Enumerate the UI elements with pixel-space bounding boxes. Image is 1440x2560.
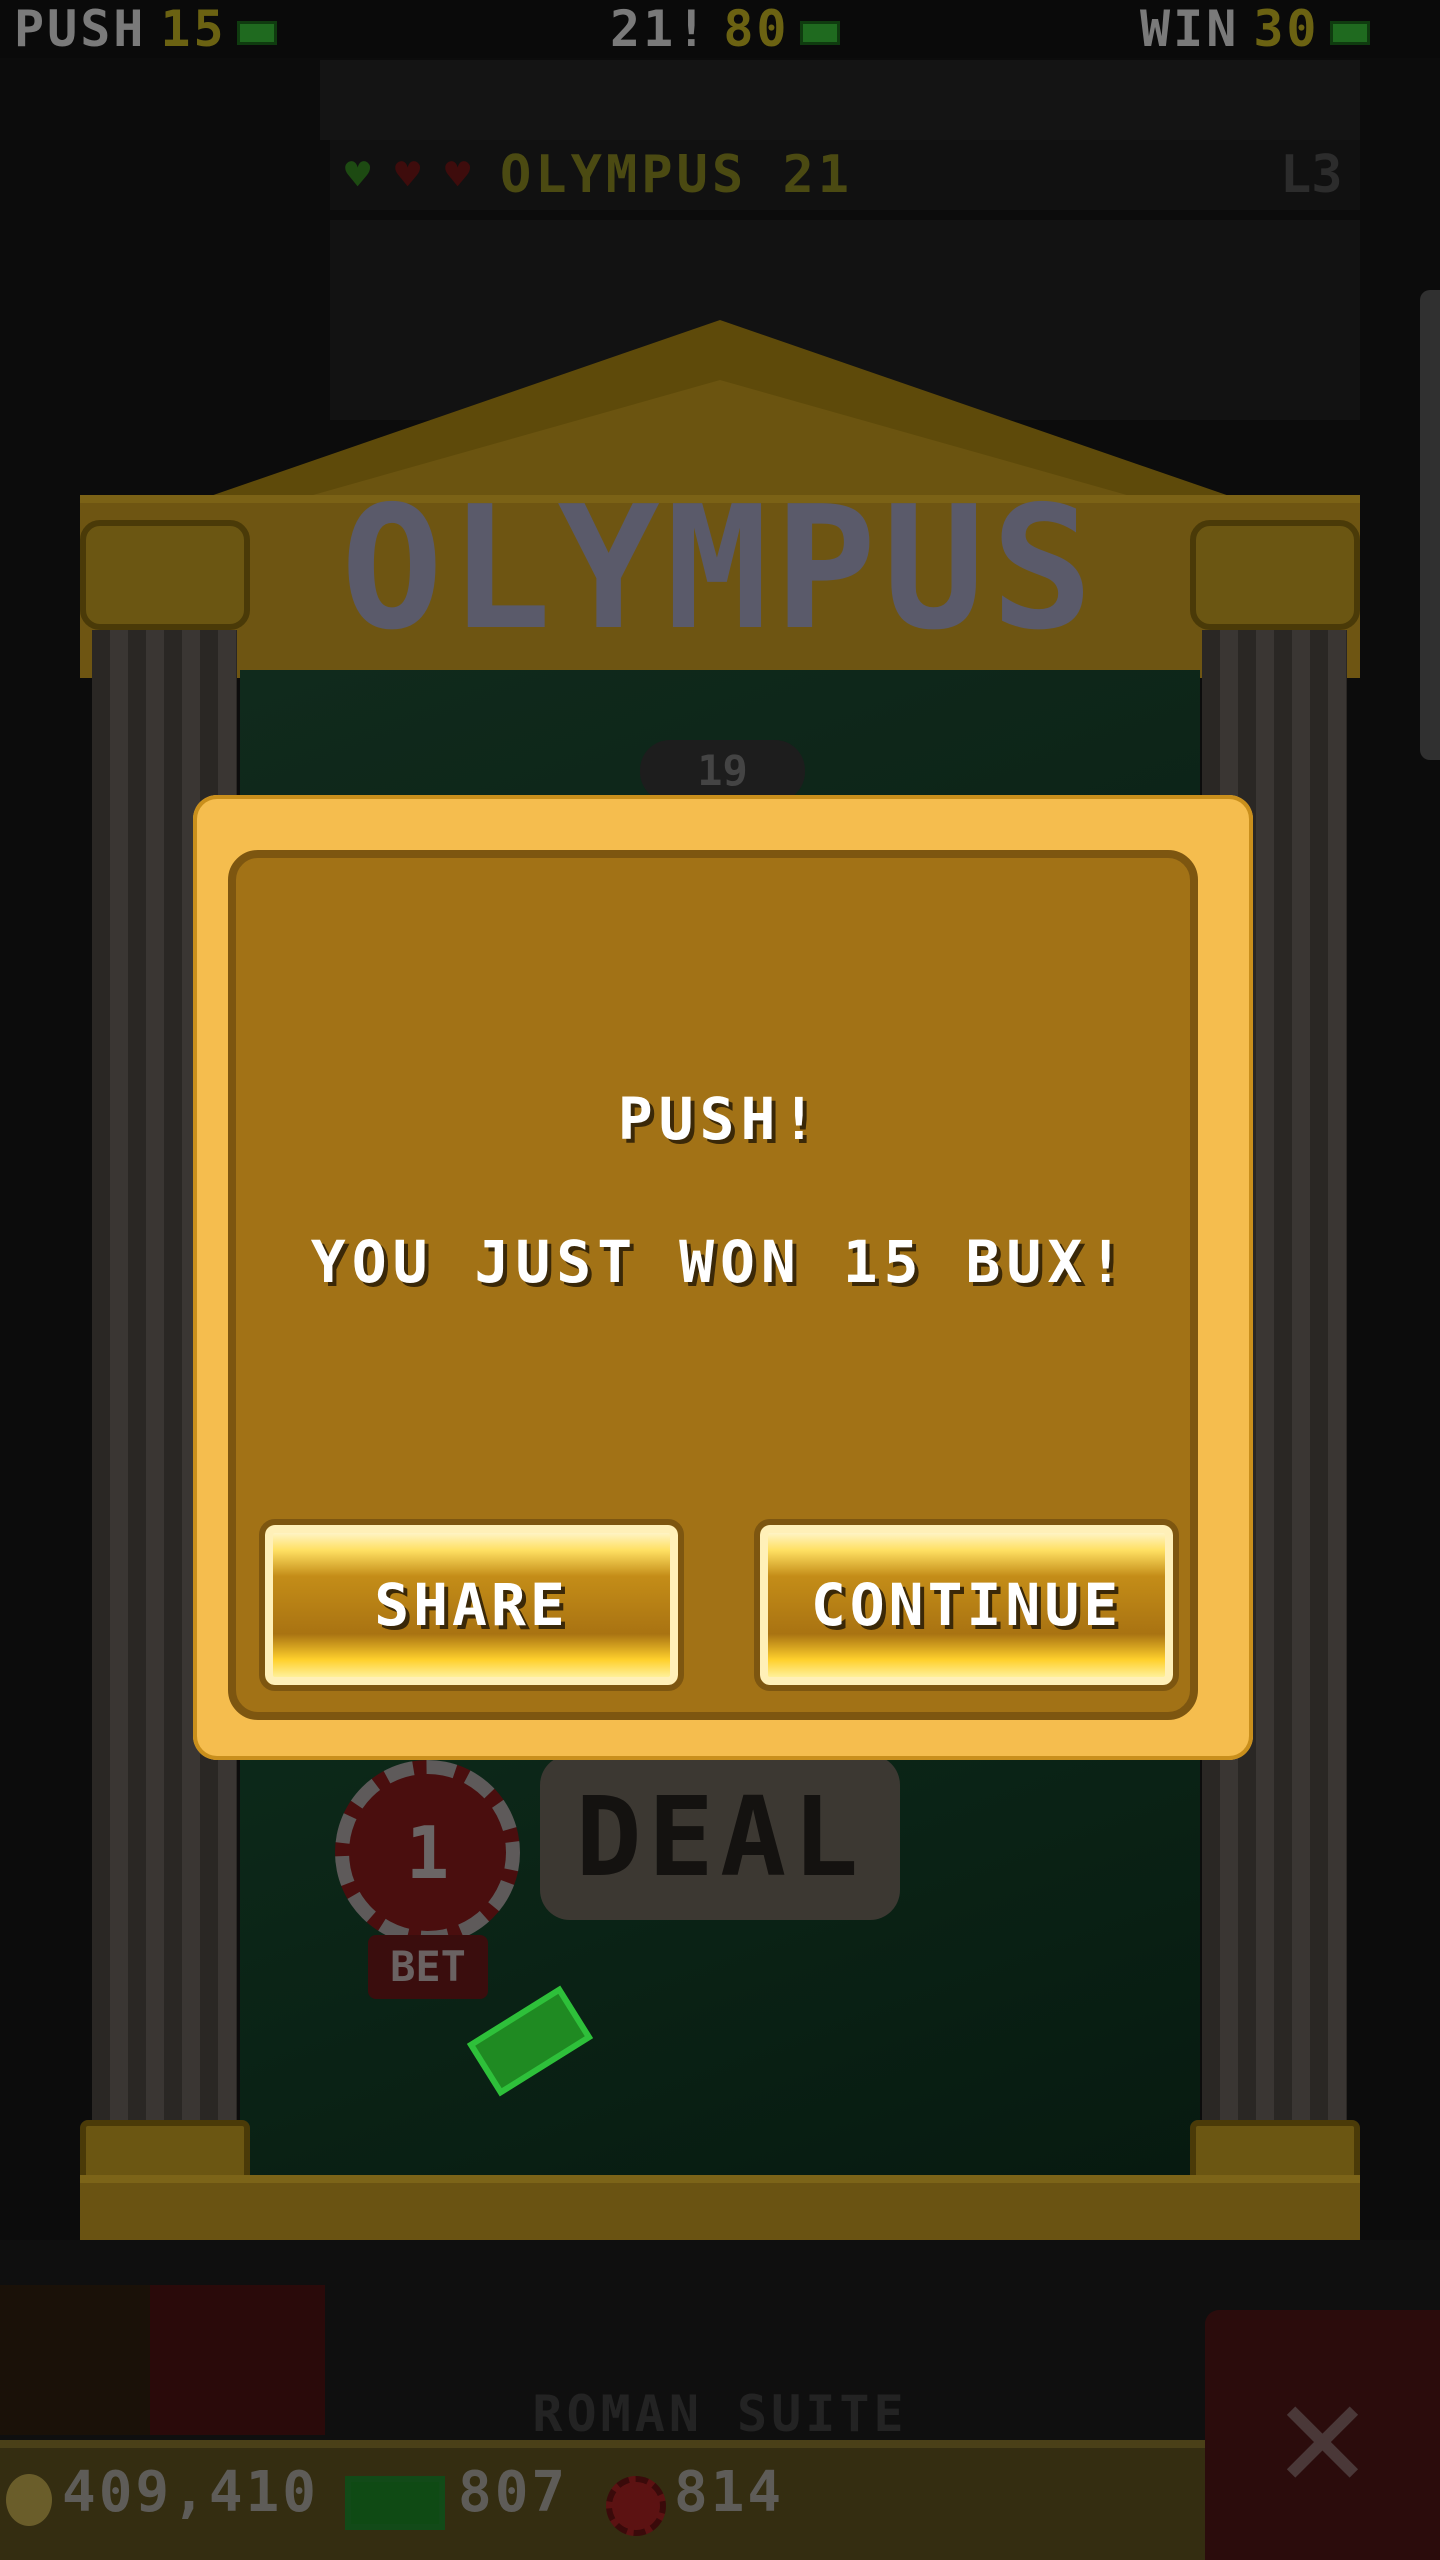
cash-icon bbox=[799, 20, 840, 45]
heart-icon: ♥ bbox=[445, 150, 471, 199]
share-button[interactable]: SHARE bbox=[259, 1519, 684, 1691]
push-value: 15 bbox=[160, 0, 227, 58]
heart-icon: ♥ bbox=[345, 150, 371, 199]
cash-icon bbox=[1329, 20, 1370, 45]
win-value: 30 bbox=[1253, 0, 1320, 58]
result-title: PUSH! bbox=[617, 1085, 823, 1153]
bet-label: BET bbox=[368, 1935, 488, 1999]
coin-icon bbox=[6, 2474, 52, 2526]
table-title: OLYMPUS 21 bbox=[500, 145, 854, 205]
chip-balance: 814 bbox=[674, 2460, 785, 2525]
close-icon: ✕ bbox=[1277, 2348, 1368, 2522]
blackjack-payout: 21! 80 bbox=[610, 4, 840, 54]
hand-score: 19 bbox=[640, 740, 805, 802]
bet-chip[interactable]: 1 bbox=[335, 1760, 520, 1945]
coin-balance: 409,410 bbox=[62, 2460, 320, 2525]
cash-icon bbox=[236, 20, 277, 45]
deal-button[interactable]: DEAL bbox=[540, 1755, 900, 1920]
blackjack-label: 21! bbox=[610, 0, 710, 58]
push-payout: PUSH 15 bbox=[14, 4, 277, 54]
win-label: WIN bbox=[1140, 0, 1240, 58]
cash-icon bbox=[345, 2476, 445, 2530]
temple-floor bbox=[80, 2175, 1360, 2245]
heart-icon: ♥ bbox=[395, 150, 421, 199]
column-capital-right bbox=[1190, 520, 1360, 630]
push-label: PUSH bbox=[14, 0, 147, 58]
result-message: YOU JUST WON 15 BUX! bbox=[310, 1228, 1130, 1296]
bux-balance: 807 bbox=[458, 2460, 569, 2525]
column-capital-left bbox=[80, 520, 250, 630]
background-banner bbox=[320, 60, 1360, 140]
continue-button[interactable]: CONTINUE bbox=[754, 1519, 1179, 1691]
win-payout: WIN 30 bbox=[1140, 4, 1370, 54]
blackjack-value: 80 bbox=[723, 0, 790, 58]
table-level: L3 bbox=[1280, 145, 1343, 205]
chip-icon bbox=[606, 2476, 666, 2536]
